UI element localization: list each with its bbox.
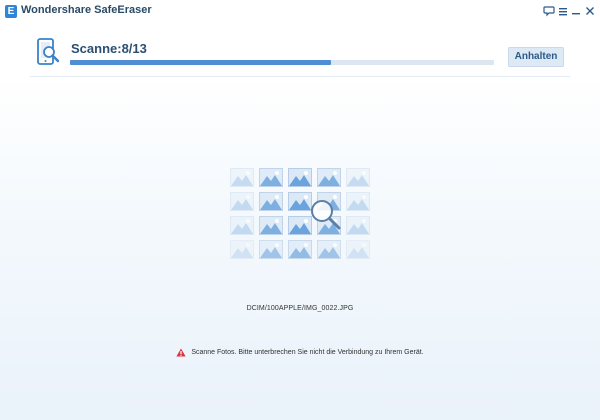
scan-progress-bar [70, 60, 494, 65]
photo-thumbnail [346, 168, 370, 187]
window-title: Wondershare SafeEraser [21, 4, 152, 16]
photo-thumbnail [317, 168, 341, 187]
photo-thumbnail [259, 216, 283, 235]
scan-progress-label: Scanne:8/13 [71, 41, 147, 56]
photo-thumbnail [288, 168, 312, 187]
phone-scan-icon [36, 38, 62, 68]
photo-thumbnail [259, 192, 283, 211]
photo-thumbnail [230, 240, 254, 259]
photo-thumbnail [230, 192, 254, 211]
photo-thumbnail [259, 168, 283, 187]
photo-thumbnail [346, 216, 370, 235]
title-bar: E Wondershare SafeEraser [0, 0, 600, 24]
photo-thumbnail [346, 240, 370, 259]
warning-text: Scanne Fotos. Bitte unterbrechen Sie nic… [191, 349, 424, 356]
close-icon[interactable] [583, 3, 597, 19]
photo-thumbnail [346, 192, 370, 211]
photo-thumbnail [230, 216, 254, 235]
photo-thumbnail [317, 240, 341, 259]
magnifier-icon [308, 198, 344, 234]
pause-button[interactable]: Anhalten [508, 47, 564, 67]
app-logo-icon: E [5, 5, 17, 18]
photo-thumbnail [288, 240, 312, 259]
divider [30, 76, 570, 77]
warning-message: Scanne Fotos. Bitte unterbrechen Sie nic… [0, 348, 600, 357]
menu-icon[interactable] [556, 3, 570, 19]
warning-icon [176, 348, 186, 357]
photo-thumbnail [230, 168, 254, 187]
minimize-icon[interactable] [569, 3, 583, 19]
photo-thumbnail [259, 240, 283, 259]
photo-scan-illustration [230, 168, 376, 264]
scan-progress-fill [70, 60, 331, 65]
feedback-icon[interactable] [542, 3, 556, 19]
current-file-path: DCIM/100APPLE/IMG_0022.JPG [246, 305, 354, 312]
